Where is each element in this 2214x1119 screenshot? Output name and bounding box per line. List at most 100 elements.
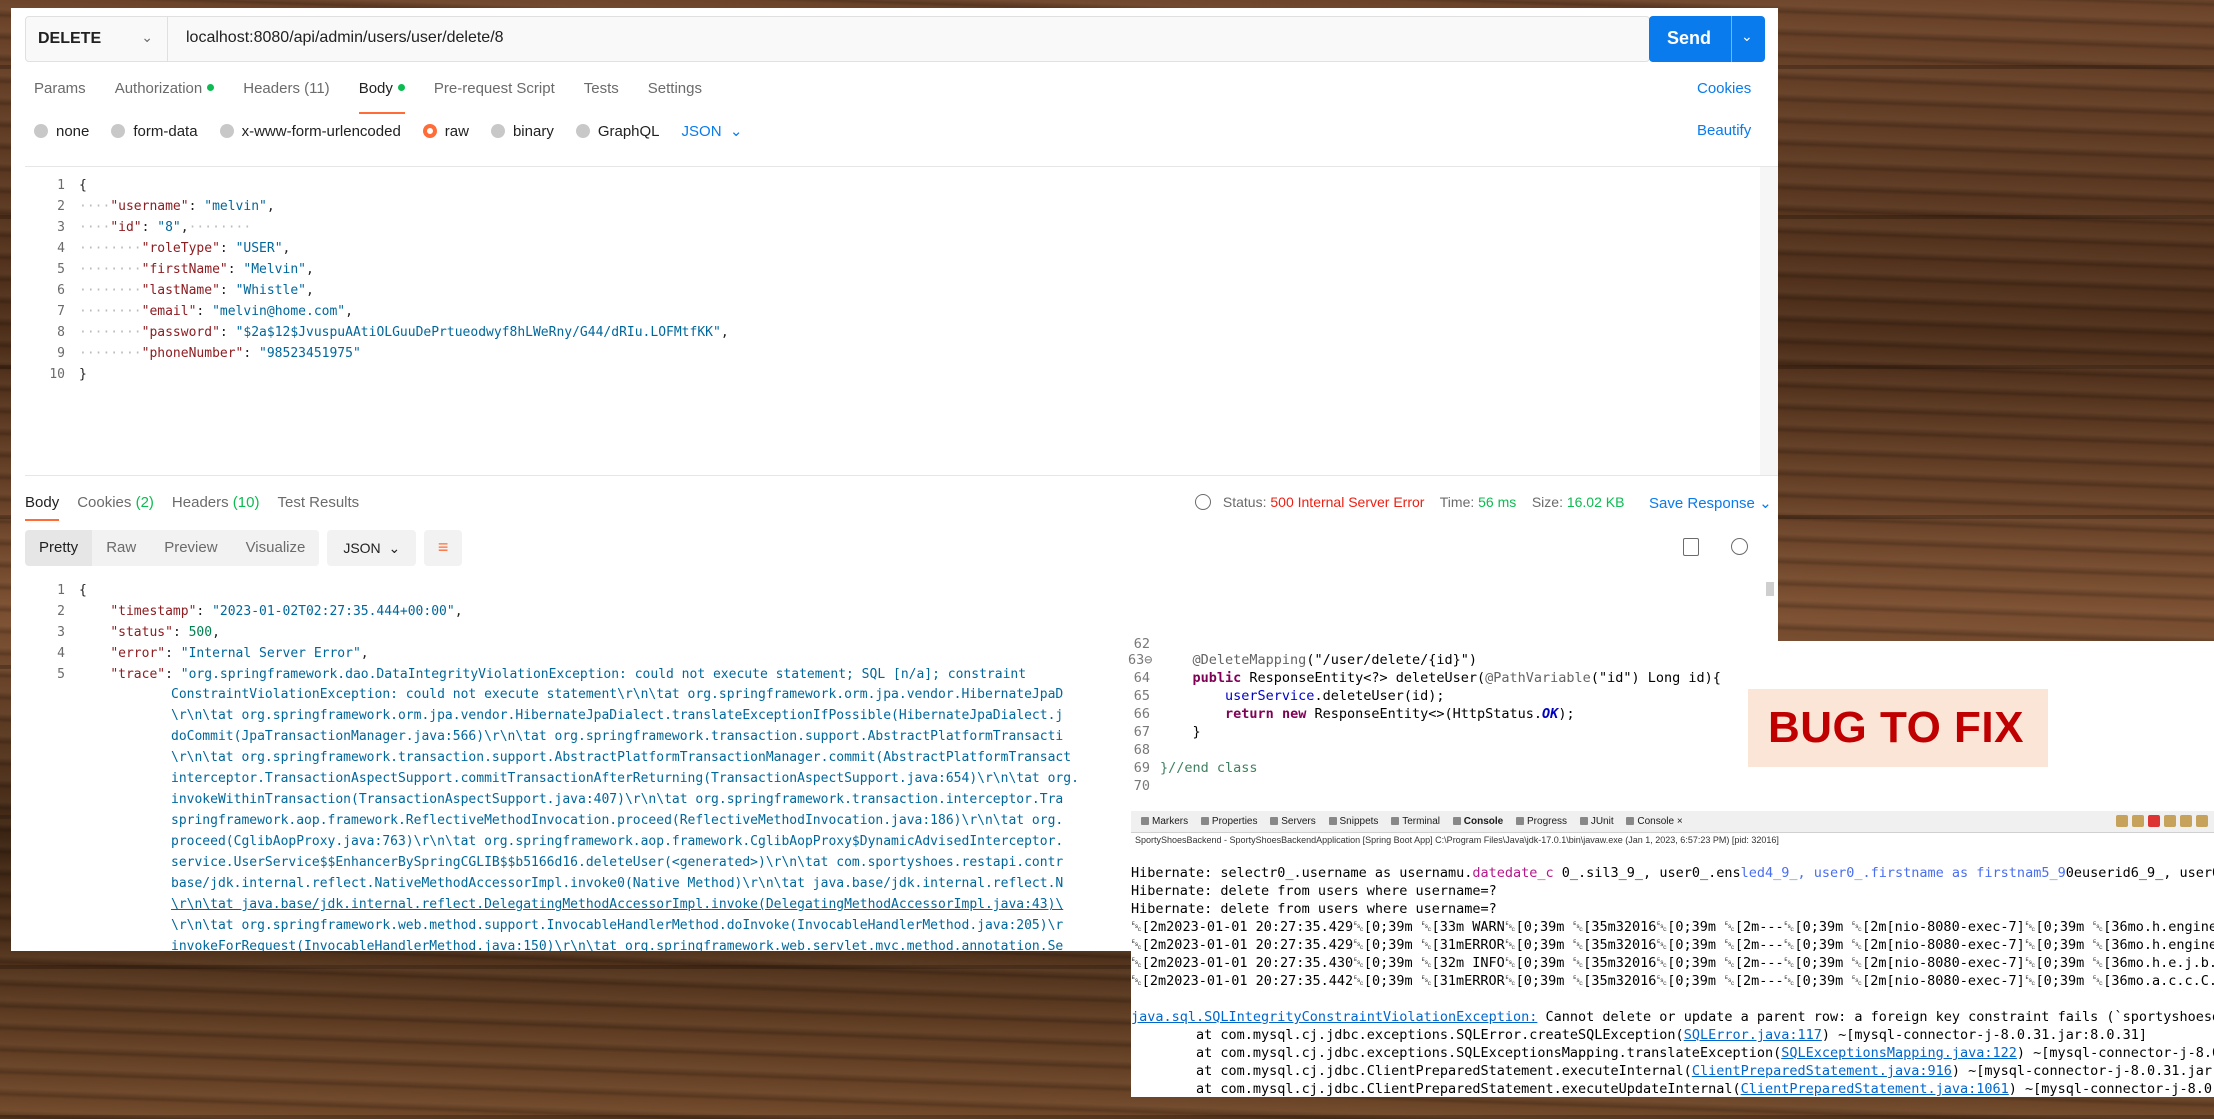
- trace-line: ConstraintViolationException: could not …: [171, 687, 1064, 702]
- tab-settings[interactable]: Settings: [648, 80, 702, 110]
- code-line: 6 ········"lastName": "Whistle",: [57, 283, 314, 298]
- response-bar: Body Cookies (2) Headers (10) Test Resul…: [25, 484, 1778, 521]
- code-line: 65 userService.deleteUser(id);: [1133, 688, 1445, 704]
- trace-line: service.UserService$$EnhancerBySpringCGL…: [171, 855, 1064, 870]
- tab-authorization[interactable]: Authorization: [115, 80, 215, 110]
- code-line: 3 "status": 500,: [57, 625, 220, 640]
- radio-none[interactable]: none: [34, 123, 89, 140]
- trace-line: \r\n\tat org.springframework.orm.jpa.ven…: [171, 708, 1064, 723]
- console-line: ␛[2m2023-01-01 20:27:35.429␛[0;39m ␛[33m…: [1131, 919, 2214, 935]
- tab-tests[interactable]: Tests: [584, 80, 619, 110]
- console-line: at com.mysql.cj.jdbc.ClientPreparedState…: [1131, 1081, 2214, 1097]
- globe-icon[interactable]: [1195, 494, 1211, 510]
- tab-console-2[interactable]: Console ×: [1626, 811, 1683, 833]
- exception-link[interactable]: java.sql.SQLIntegrityConstraintViolation…: [1131, 1009, 1537, 1025]
- code-line: 69}//end class: [1133, 760, 1258, 776]
- tab-headers[interactable]: Headers (11): [243, 80, 329, 110]
- request-tabs: Params Authorization Headers (11) Body P…: [34, 80, 731, 114]
- cookies-link[interactable]: Cookies: [1697, 80, 1751, 97]
- trace-line: invokeForRequest(InvocableHandlerMethod.…: [171, 939, 1064, 951]
- trace-line: invokeWithinTransaction(TransactionAspec…: [171, 792, 1064, 807]
- toolbar-icon[interactable]: [2116, 815, 2128, 827]
- trace-line: \r\n\tat java.base/jdk.internal.reflect.…: [171, 897, 1064, 912]
- toolbar-icon[interactable]: [2180, 815, 2192, 827]
- stack-link[interactable]: ClientPreparedStatement.java:1061: [1741, 1081, 2009, 1097]
- stack-link[interactable]: SQLError.java:117: [1684, 1027, 1822, 1043]
- tab-progress[interactable]: Progress: [1516, 811, 1567, 833]
- body-type-selector: none form-data x-www-form-urlencoded raw…: [34, 122, 742, 140]
- search-icon[interactable]: [1731, 538, 1748, 555]
- tab-params[interactable]: Params: [34, 80, 86, 110]
- console-line: Hibernate: delete from users where usern…: [1131, 883, 1497, 899]
- console-line: Hibernate: delete from users where usern…: [1131, 901, 1497, 917]
- toolbar-icon[interactable]: [2196, 815, 2208, 827]
- response-tabs: Body Cookies (2) Headers (10) Test Resul…: [25, 494, 377, 521]
- code-line: 7 ········"email": "melvin@home.com",: [57, 304, 353, 319]
- tab-properties[interactable]: Properties: [1200, 811, 1257, 833]
- response-size: 16.02 KB: [1566, 494, 1625, 510]
- tab-pre-request-script[interactable]: Pre-request Script: [434, 80, 555, 110]
- close-icon[interactable]: ×: [1677, 811, 1683, 833]
- code-line: 5 "trace": "org.springframework.dao.Data…: [57, 667, 1027, 682]
- toolbar-icon[interactable]: [2164, 815, 2176, 827]
- response-scrollbar[interactable]: [1766, 582, 1774, 596]
- tab-console[interactable]: Console: [1452, 811, 1503, 833]
- code-line: 1{: [57, 178, 87, 193]
- stop-icon[interactable]: [2148, 815, 2160, 827]
- view-visualize[interactable]: Visualize: [231, 530, 320, 566]
- send-divider: [1731, 16, 1732, 62]
- method-select[interactable]: DELETE ⌄: [26, 17, 168, 61]
- copy-icon[interactable]: [1683, 538, 1699, 556]
- resp-tab-cookies[interactable]: Cookies (2): [77, 494, 154, 511]
- radio-x-www-form-urlencoded[interactable]: x-www-form-urlencoded: [219, 123, 401, 140]
- code-line: 2 "timestamp": "2023-01-02T02:27:35.444+…: [57, 604, 463, 619]
- console-line: ␛[2m2023-01-01 20:27:35.430␛[0;39m ␛[32m…: [1131, 955, 2214, 971]
- code-line: 5 ········"firstName": "Melvin",: [57, 262, 314, 277]
- radio-graphql[interactable]: GraphQL: [575, 123, 660, 140]
- code-line: 3 ····"id": "8",········: [57, 220, 252, 235]
- wrap-lines-icon[interactable]: ≡: [424, 530, 463, 566]
- tab-body[interactable]: Body: [358, 80, 406, 114]
- send-chevron-down-icon[interactable]: ⌄: [1741, 28, 1753, 45]
- view-raw[interactable]: Raw: [92, 530, 151, 566]
- code-line: 1{: [57, 583, 87, 598]
- console-caption: SportyShoesBackend - SportyShoesBackendA…: [1135, 835, 1779, 845]
- view-preview[interactable]: Preview: [150, 530, 232, 566]
- console-toolbar: [2116, 815, 2208, 827]
- tab-markers[interactable]: Markers: [1141, 811, 1188, 833]
- send-button[interactable]: Send ⌄: [1649, 16, 1765, 62]
- radio-form-data[interactable]: form-data: [111, 123, 198, 140]
- stack-link[interactable]: SQLExceptionsMapping.java:122: [1781, 1045, 2017, 1061]
- resp-tab-test-results[interactable]: Test Results: [277, 494, 359, 511]
- tab-snippets[interactable]: Snippets: [1328, 811, 1378, 833]
- resp-tab-headers[interactable]: Headers (10): [172, 494, 260, 511]
- response-format-select[interactable]: JSON ⌄: [327, 530, 417, 566]
- trace-line: doCommit(JpaTransactionManager.java:566)…: [171, 729, 1064, 744]
- stack-link[interactable]: ClientPreparedStatement.java:916: [1692, 1063, 1952, 1079]
- request-body-editor[interactable]: 1{ 2 ····"username": "melvin", 3 ····"id":…: [25, 166, 1778, 476]
- toolbar-icon[interactable]: [2132, 815, 2144, 827]
- console-line: at com.mysql.cj.jdbc.ClientPreparedState…: [1131, 1063, 2214, 1079]
- resp-tab-body[interactable]: Body: [25, 494, 60, 521]
- console-line: ␛[2m2023-01-01 20:27:35.442␛[0;39m ␛[31m…: [1131, 973, 2214, 989]
- trace-line: base/jdk.internal.reflect.NativeMethodAc…: [171, 876, 1064, 891]
- tab-junit[interactable]: JUnit: [1579, 811, 1614, 833]
- body-format-select[interactable]: JSON ⌄: [682, 122, 743, 140]
- beautify-button[interactable]: Beautify: [1697, 122, 1751, 139]
- status-dot-icon: [207, 84, 215, 91]
- console-line: at com.mysql.cj.jdbc.exceptions.SQLExcep…: [1131, 1045, 2214, 1061]
- console-line: at com.mysql.cj.jdbc.exceptions.SQLError…: [1131, 1027, 2147, 1043]
- tab-terminal[interactable]: Terminal: [1391, 811, 1440, 833]
- bug-callout: BUG TO FIX: [1748, 689, 2048, 767]
- trace-line: springframework.aop.framework.Reflective…: [171, 813, 1064, 828]
- view-pretty[interactable]: Pretty: [25, 530, 93, 566]
- url-input[interactable]: localhost:8080/api/admin/users/user/dele…: [186, 29, 504, 47]
- radio-raw[interactable]: raw: [422, 123, 469, 140]
- editor-scrollbar[interactable]: [1760, 167, 1778, 475]
- code-line: 4 ········"roleType": "USER",: [57, 241, 291, 256]
- radio-binary[interactable]: binary: [490, 123, 554, 140]
- response-view-bar: Pretty Raw Preview Visualize JSON ⌄ ≡: [25, 530, 463, 566]
- code-line: 64 public ResponseEntity<?> deleteUser(@…: [1133, 670, 1721, 686]
- save-response-button[interactable]: Save Response ⌄: [1649, 494, 1772, 512]
- tab-servers[interactable]: Servers: [1270, 811, 1316, 833]
